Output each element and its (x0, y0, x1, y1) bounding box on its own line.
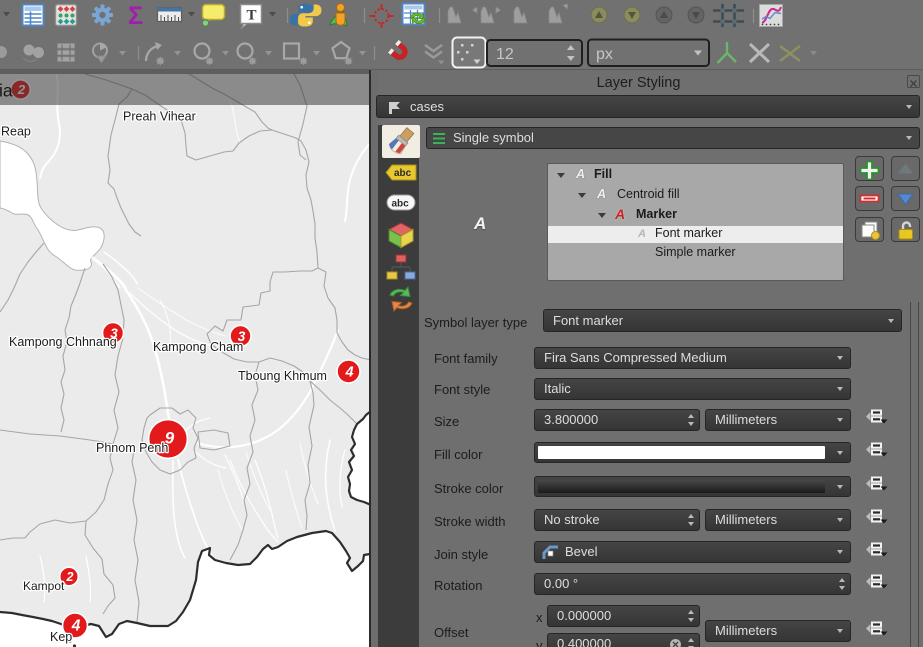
svg-text:Tboung Khmum: Tboung Khmum (238, 369, 327, 383)
svg-text:Reap: Reap (1, 125, 31, 139)
svg-text:Kep: Kep (50, 630, 72, 644)
svg-text:Kampong Chhnang: Kampong Chhnang (9, 335, 117, 349)
svg-text:px: px (596, 46, 613, 63)
svg-text:2: 2 (66, 570, 74, 584)
svg-text:12: 12 (496, 46, 514, 63)
svg-text:T: T (247, 8, 257, 24)
svg-text:abc: abc (394, 168, 412, 179)
svg-text:3: 3 (110, 326, 118, 341)
svg-text:4: 4 (344, 365, 353, 381)
svg-text:Σ: Σ (128, 2, 143, 30)
svg-text:Kampong Cham: Kampong Cham (153, 340, 243, 354)
svg-text:3: 3 (238, 329, 246, 344)
svg-text:abc: abc (392, 199, 410, 210)
svg-text:Preah Vihear: Preah Vihear (123, 110, 196, 124)
svg-text:Phnom Penh: Phnom Penh (96, 441, 168, 455)
svg-text:Kampot: Kampot (23, 579, 65, 593)
svg-text:9: 9 (165, 429, 175, 448)
svg-text:4: 4 (71, 618, 81, 635)
svg-text:ia: ia (0, 81, 13, 101)
